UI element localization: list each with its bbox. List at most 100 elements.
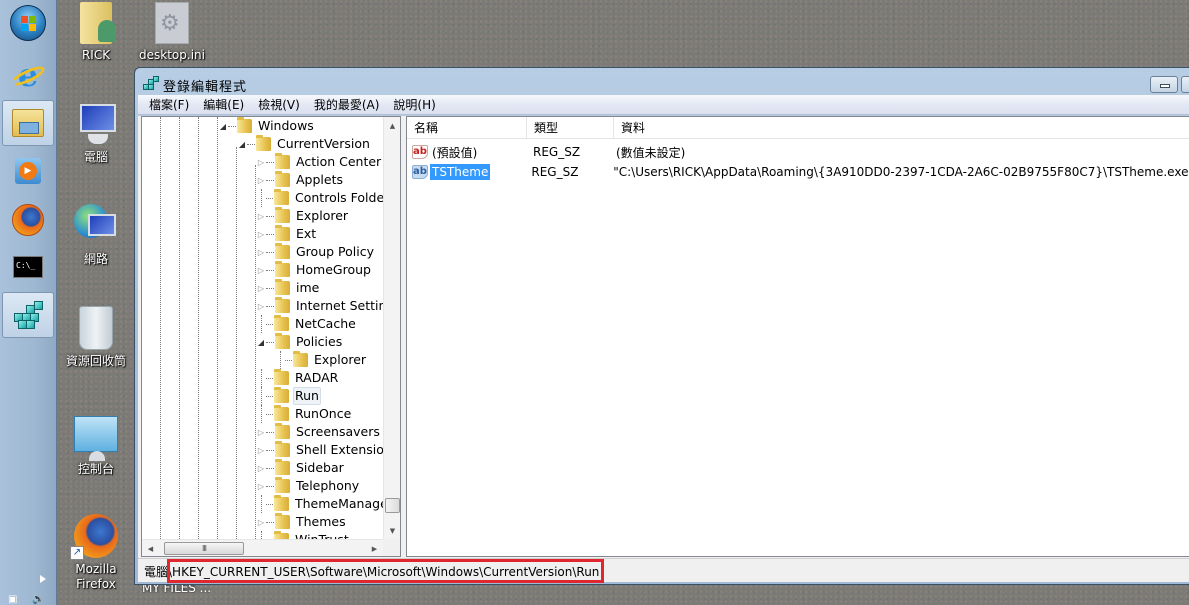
tree-item-label: Screensavers <box>296 424 380 439</box>
menu-view[interactable]: 檢視(V) <box>253 96 305 114</box>
desktop-icon-rick[interactable]: RICK <box>58 2 134 63</box>
expand-triangle-icon[interactable]: ▷ <box>256 157 266 167</box>
tree-item[interactable]: Controls Folder <box>256 189 383 207</box>
expand-triangle-icon[interactable]: ▷ <box>256 463 266 473</box>
scroll-up-arrow-icon[interactable]: ▲ <box>384 117 401 134</box>
tree-connector-line <box>228 125 236 127</box>
scroll-right-arrow-icon[interactable]: ▶ <box>366 540 383 557</box>
tree-item[interactable]: ▷ Ext <box>256 225 318 243</box>
tree-horizontal-scroll-thumb[interactable]: III <box>164 542 244 555</box>
tree-item[interactable]: ▷ Group Policy <box>256 243 376 261</box>
title-bar[interactable]: 登錄編輯程式 <box>135 68 1189 96</box>
tree-connector-line <box>266 467 274 469</box>
folder-icon <box>274 405 289 421</box>
value-row-default[interactable]: ab (預設值) REG_SZ (數值未設定) <box>407 142 1189 162</box>
desktop-icon-control-panel[interactable]: 控制台 <box>58 416 134 477</box>
taskbar-registry-editor[interactable] <box>2 292 54 338</box>
user-folder-icon <box>80 2 116 44</box>
column-header-type[interactable]: 類型 <box>527 117 614 139</box>
tree-item[interactable]: NetCache <box>256 315 358 333</box>
desktop-icon-desktop-ini[interactable]: desktop.ini <box>134 2 210 63</box>
tree-item-label: ime <box>296 280 320 295</box>
scroll-left-arrow-icon[interactable]: ◀ <box>142 540 159 557</box>
tree-connector-line <box>266 251 274 253</box>
tree-item[interactable]: ◢ Policies <box>256 333 344 351</box>
start-button[interactable] <box>2 0 54 46</box>
string-value-icon: ab <box>412 165 428 179</box>
expand-triangle-icon[interactable]: ▷ <box>256 247 266 257</box>
expand-triangle-icon[interactable]: ▷ <box>256 427 266 437</box>
minimize-button[interactable] <box>1150 76 1178 93</box>
tree-item[interactable]: Explorer <box>275 351 368 369</box>
volume-tray-icon[interactable]: 🔈 <box>32 595 44 605</box>
tree-item[interactable]: RADAR <box>256 369 340 387</box>
menu-help[interactable]: 說明(H) <box>388 96 440 114</box>
tree-item[interactable]: ThemeManager <box>256 495 383 513</box>
tree-guide-line <box>179 117 180 539</box>
tree-horizontal-scrollbar[interactable]: ◀ III ▶ <box>142 539 383 556</box>
tree-vertical-scroll-thumb[interactable] <box>385 498 400 513</box>
menu-edit[interactable]: 編輯(E) <box>198 96 249 114</box>
expand-triangle-icon[interactable]: ▷ <box>256 481 266 491</box>
expand-triangle-icon[interactable]: ▷ <box>256 283 266 293</box>
value-type: REG_SZ <box>531 165 579 179</box>
tree-item[interactable]: ◢ Windows <box>218 117 316 135</box>
tree-item-label: Internet Settings <box>296 298 383 313</box>
column-header-data[interactable]: 資料 <box>614 117 1189 139</box>
value-row-tstheme[interactable]: ab TSTheme REG_SZ "C:\Users\RICK\AppData… <box>407 162 1189 182</box>
expand-triangle-icon[interactable]: ▷ <box>256 445 266 455</box>
tree-item[interactable]: ▷ Applets <box>256 171 345 189</box>
tree-item[interactable]: ▷ Screensavers <box>256 423 382 441</box>
tree-item[interactable]: ▷ Explorer <box>256 207 350 225</box>
tree-item[interactable]: ▷ Themes <box>256 513 348 531</box>
desktop-icon-firefox[interactable]: ↗ Mozilla Firefox <box>58 514 134 592</box>
taskbar-firefox[interactable] <box>2 197 54 243</box>
expand-triangle-icon[interactable]: ▷ <box>256 301 266 311</box>
shortcut-arrow-icon: ↗ <box>70 546 84 560</box>
maximize-button[interactable] <box>1181 76 1189 93</box>
tree-item[interactable]: ▷ HomeGroup <box>256 261 373 279</box>
taskbar-windows-explorer[interactable] <box>2 100 54 146</box>
tree-vertical-scrollbar[interactable]: ▲ ▼ <box>383 117 400 539</box>
collapse-triangle-icon[interactable]: ◢ <box>256 337 266 347</box>
media-player-icon: ▶ <box>15 158 41 184</box>
tree-connector-line <box>266 161 274 163</box>
tree-item[interactable]: ▷ Internet Settings <box>256 297 383 315</box>
tree-item[interactable]: WinTrust <box>256 531 351 539</box>
tree-item[interactable]: ◢ CurrentVersion <box>237 135 372 153</box>
desktop-icon-recycle-bin[interactable]: 資源回收筒 <box>58 306 134 369</box>
tree-item[interactable]: ▷ Sidebar <box>256 459 346 477</box>
value-type: REG_SZ <box>533 145 581 159</box>
collapse-triangle-icon[interactable]: ◢ <box>237 139 247 149</box>
action-center-tray-icon[interactable]: ▣ <box>8 595 20 605</box>
string-value-icon: ab <box>412 145 428 159</box>
expand-triangle-icon[interactable]: ▷ <box>256 517 266 527</box>
expand-triangle-icon[interactable]: ▷ <box>256 265 266 275</box>
tree-item[interactable]: ▷ Shell Extensions <box>256 441 383 459</box>
column-header-name[interactable]: 名稱 <box>407 117 527 139</box>
expand-triangle-icon[interactable]: ▷ <box>256 211 266 221</box>
taskbar-media-player[interactable]: ▶ <box>2 148 54 194</box>
tree-item-label: Run <box>293 387 321 405</box>
tree-item-label: Shell Extensions <box>296 442 383 457</box>
expand-triangle-icon[interactable]: ▷ <box>256 175 266 185</box>
tree-connector-line <box>266 323 273 325</box>
tree-item-label: Themes <box>296 514 346 529</box>
taskbar-command-prompt[interactable]: C:\_ <box>2 244 54 290</box>
collapse-triangle-icon[interactable]: ◢ <box>218 121 228 131</box>
tree-item[interactable]: RunOnce <box>256 405 353 423</box>
expand-triangle-icon[interactable]: ▷ <box>256 229 266 239</box>
tree-item[interactable]: ▷ Action Center <box>256 153 383 171</box>
menu-favorites[interactable]: 我的最愛(A) <box>309 96 385 114</box>
desktop-icon-computer[interactable]: 電腦 <box>58 102 134 165</box>
tree-item[interactable]: ▷ ime <box>256 279 321 297</box>
scrollbar-corner <box>383 539 400 556</box>
tree-item-label: NetCache <box>295 316 356 331</box>
show-hidden-icons-arrow[interactable] <box>40 575 46 583</box>
taskbar-internet-explorer[interactable]: e <box>2 52 54 98</box>
scroll-down-arrow-icon[interactable]: ▼ <box>384 522 401 539</box>
tree-item[interactable]: Run <box>256 387 321 405</box>
desktop-icon-network[interactable]: 網路 <box>58 204 134 267</box>
menu-file[interactable]: 檔案(F) <box>144 96 194 114</box>
tree-item[interactable]: ▷ Telephony <box>256 477 361 495</box>
